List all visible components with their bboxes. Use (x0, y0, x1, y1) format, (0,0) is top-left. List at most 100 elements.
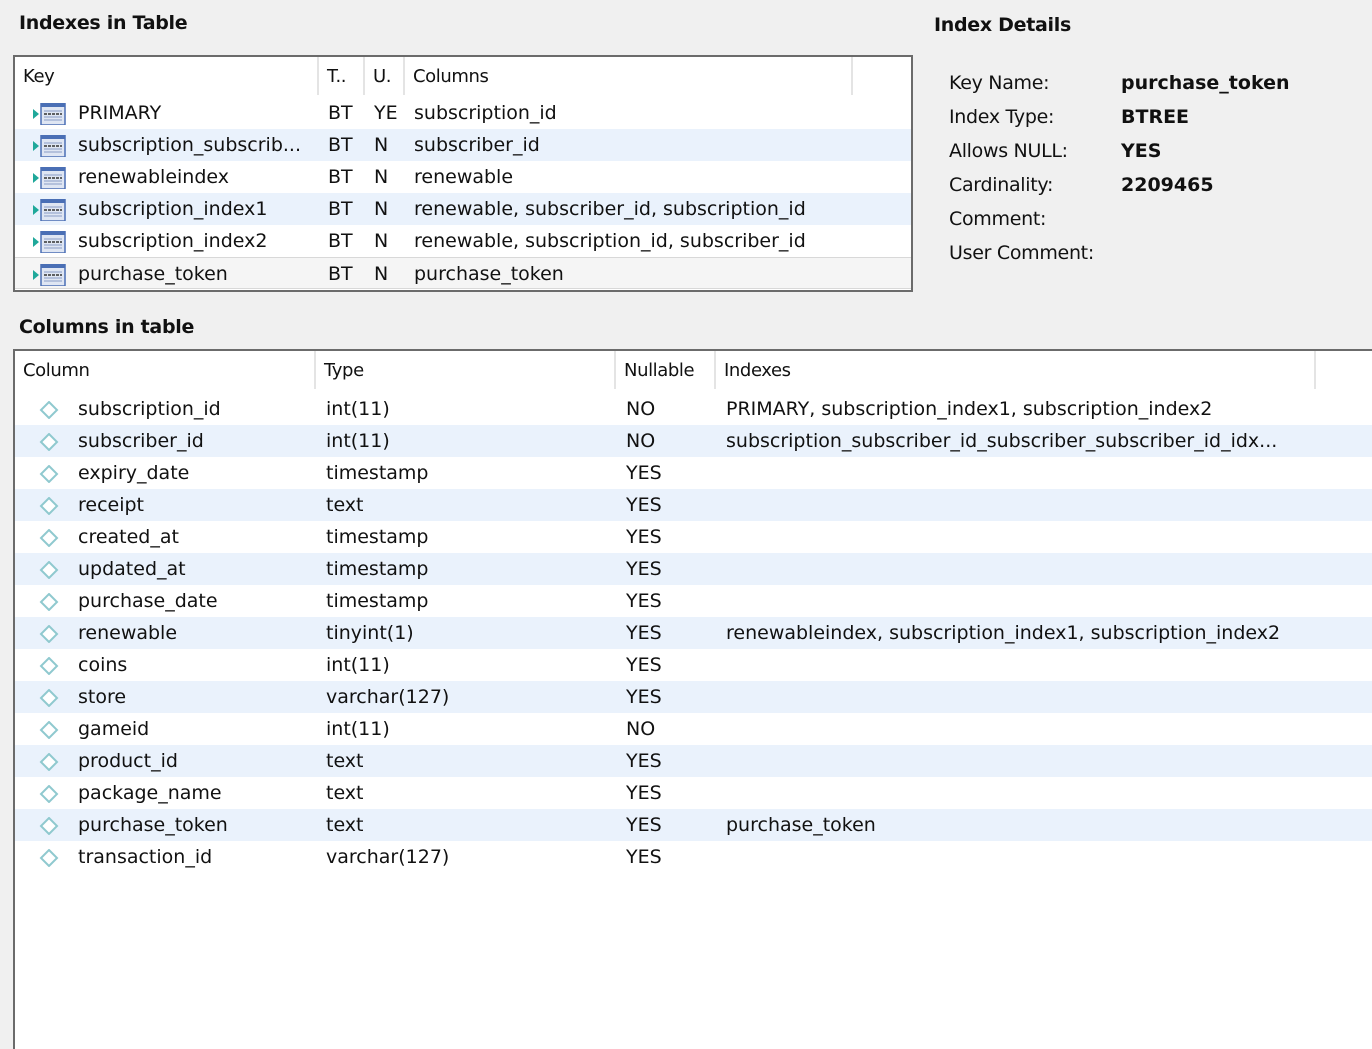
header-key[interactable]: Key (15, 57, 319, 95)
detail-label: Cardinality: (949, 174, 1054, 196)
header-columns[interactable]: Columns (405, 57, 853, 95)
index-details-title: Index Details (934, 14, 1071, 36)
column-type: varchar(127) (326, 686, 450, 708)
detail-value: BTREE (1121, 106, 1190, 128)
column-row[interactable]: renewable tinyint(1) YES renewableindex, su… (15, 617, 1372, 649)
column-row[interactable]: receipt text YES (15, 489, 1372, 521)
column-indexes (726, 841, 1316, 873)
index-icon (33, 199, 66, 221)
header-indexes[interactable]: Indexes (716, 351, 1316, 389)
column-diamond-icon (39, 497, 59, 515)
index-icon (33, 135, 66, 157)
column-row[interactable]: coins int(11) YES (15, 649, 1372, 681)
column-indexes: subscription_subscriber_id_subscriber_su… (726, 430, 1278, 452)
index-icon (33, 167, 66, 189)
column-type: int(11) (326, 654, 390, 676)
index-unique: YE (374, 102, 398, 124)
index-key: PRIMARY (78, 102, 162, 124)
header-filler (853, 57, 911, 95)
column-row[interactable]: gameid int(11) NO (15, 713, 1372, 745)
header-unique[interactable]: U. (365, 57, 405, 95)
detail-label: Comment: (949, 208, 1047, 230)
column-name: package_name (78, 782, 222, 804)
column-indexes (726, 585, 1316, 617)
column-row[interactable]: store varchar(127) YES (15, 681, 1372, 713)
header-type[interactable]: Type (316, 351, 616, 389)
detail-label: User Comment: (949, 242, 1094, 264)
column-type: timestamp (326, 526, 429, 548)
column-indexes: purchase_token (726, 814, 876, 836)
column-row[interactable]: subscriber_id int(11) NO subscription_subsc… (15, 425, 1372, 457)
column-type: tinyint(1) (326, 622, 414, 644)
index-icon (33, 103, 66, 125)
column-row[interactable]: expiry_date timestamp YES (15, 457, 1372, 489)
indexes-table[interactable]: Key T.. U. Columns PRIMARY BT YE subscripti… (13, 55, 913, 292)
column-type: timestamp (326, 558, 429, 580)
index-row[interactable]: subscription_subscrib... BT Nsubscriber_id (15, 129, 911, 161)
header-nullable[interactable]: Nullable (616, 351, 716, 389)
column-type: int(11) (326, 430, 390, 452)
column-diamond-icon (39, 401, 59, 419)
column-nullable: YES (626, 494, 662, 516)
column-name: product_id (78, 750, 178, 772)
column-indexes (726, 521, 1316, 553)
column-nullable: YES (626, 654, 662, 676)
index-row[interactable]: purchase_token BT Npurchase_token (15, 257, 911, 289)
header-filler (1316, 351, 1372, 389)
column-name: gameid (78, 718, 150, 740)
index-unique: N (374, 198, 389, 220)
column-row[interactable]: subscription_id int(11) NO PRIMARY, subscri… (15, 393, 1372, 425)
index-row[interactable]: renewableindex BT Nrenewable (15, 161, 911, 193)
column-indexes (726, 713, 1316, 745)
index-row[interactable]: PRIMARY BT YE subscription_id (15, 97, 911, 129)
column-row[interactable]: purchase_token text YES purchase_token (15, 809, 1372, 841)
column-name: renewable (78, 622, 178, 644)
index-key: subscription_subscrib... (78, 134, 302, 156)
column-name: subscriber_id (78, 430, 204, 452)
column-indexes (726, 745, 1316, 777)
indexes-table-header: Key T.. U. Columns (15, 57, 911, 95)
column-row[interactable]: updated_at timestamp YES (15, 553, 1372, 585)
column-type: varchar(127) (326, 846, 450, 868)
column-indexes (726, 649, 1316, 681)
column-type: int(11) (326, 718, 390, 740)
column-row[interactable]: created_at timestamp YES (15, 521, 1372, 553)
column-nullable: YES (626, 846, 662, 868)
index-columns: renewable, subscriber_id, subscription_i… (414, 198, 806, 220)
column-row[interactable]: package_name text YES (15, 777, 1372, 809)
index-columns: subscriber_id (414, 134, 540, 156)
index-unique: N (374, 134, 389, 156)
column-diamond-icon (39, 785, 59, 803)
detail-value: YES (1121, 140, 1162, 162)
column-type: text (326, 494, 364, 516)
column-diamond-icon (39, 593, 59, 611)
column-name: subscription_id (78, 398, 221, 420)
header-type[interactable]: T.. (319, 57, 365, 95)
index-unique: N (374, 166, 389, 188)
header-column[interactable]: Column (15, 351, 316, 389)
detail-label: Key Name: (949, 72, 1050, 94)
columns-table[interactable]: Column Type Nullable Indexes subscriptio… (13, 349, 1372, 1049)
column-row[interactable]: purchase_date timestamp YES (15, 585, 1372, 617)
index-unique: N (374, 263, 389, 285)
index-key: subscription_index1 (78, 198, 268, 220)
detail-label: Index Type: (949, 106, 1055, 128)
column-nullable: YES (626, 814, 662, 836)
detail-value: 2209465 (1121, 174, 1214, 196)
index-key: purchase_token (78, 263, 228, 285)
column-row[interactable]: transaction_id varchar(127) YES (15, 841, 1372, 873)
column-nullable: YES (626, 462, 662, 484)
column-name: store (78, 686, 127, 708)
index-row[interactable]: subscription_index2 BT Nrenewable, subscri… (15, 225, 911, 257)
index-type: BT (328, 263, 353, 285)
index-row[interactable]: subscription_index1 BT Nrenewable, subscri… (15, 193, 911, 225)
column-nullable: NO (626, 430, 656, 452)
column-indexes (726, 457, 1316, 489)
columns-table-header: Column Type Nullable Indexes (15, 351, 1372, 389)
column-nullable: YES (626, 590, 662, 612)
column-diamond-icon (39, 561, 59, 579)
index-key: renewableindex (78, 166, 230, 188)
column-diamond-icon (39, 529, 59, 547)
indexes-section-title: Indexes in Table (19, 12, 188, 34)
column-row[interactable]: product_id text YES (15, 745, 1372, 777)
